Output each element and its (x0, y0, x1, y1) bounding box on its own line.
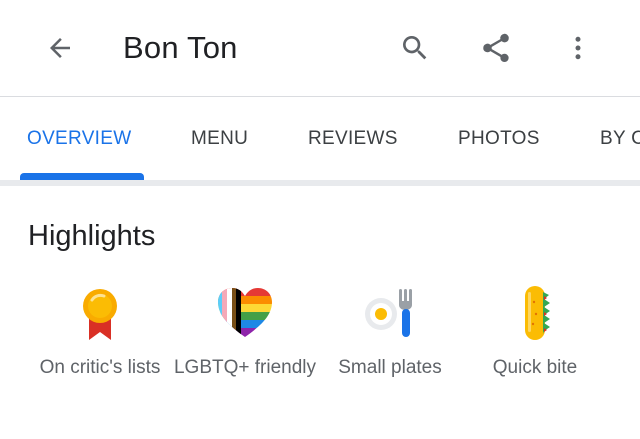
highlight-label: Small plates (338, 357, 442, 378)
highlight-quick-bite[interactable]: Quick bite (460, 282, 610, 381)
more-vert-icon (575, 36, 581, 60)
tab-reviews[interactable]: REVIEWS (308, 97, 398, 181)
tab-bar: OVERVIEW MENU REVIEWS PHOTOS BY C (0, 97, 640, 181)
highlight-critics-lists[interactable]: On critic's lists (25, 282, 175, 381)
active-tab-indicator (20, 173, 144, 180)
more-options-button[interactable] (558, 28, 598, 68)
highlight-label: On critic's lists (39, 357, 161, 378)
highlights-heading: Highlights (28, 220, 156, 252)
tab-by-category[interactable]: BY C (600, 97, 640, 181)
tab-overview[interactable]: OVERVIEW (27, 97, 131, 181)
tabs-divider (0, 180, 640, 186)
share-button[interactable] (476, 28, 516, 68)
highlight-lgbtq-friendly[interactable]: LGBTQ+ friendly (170, 282, 320, 381)
place-title: Bon Ton (123, 30, 238, 65)
tab-menu[interactable]: MENU (191, 97, 248, 181)
share-icon (483, 33, 509, 63)
app-bar: Bon Ton (0, 0, 640, 96)
award-ribbon-icon (83, 289, 117, 340)
highlight-small-plates[interactable]: Small plates (315, 282, 465, 381)
egg-fork-icon (365, 289, 412, 337)
pride-heart-icon (218, 288, 272, 337)
search-button[interactable] (395, 28, 435, 68)
highlight-label: Quick bite (492, 357, 578, 378)
tab-photos[interactable]: PHOTOS (458, 97, 540, 181)
search-icon (403, 36, 427, 60)
back-button[interactable] (40, 28, 80, 68)
sandwich-icon (525, 286, 550, 340)
arrow-left-icon (50, 38, 70, 58)
highlight-label: LGBTQ+ friendly (173, 357, 317, 378)
